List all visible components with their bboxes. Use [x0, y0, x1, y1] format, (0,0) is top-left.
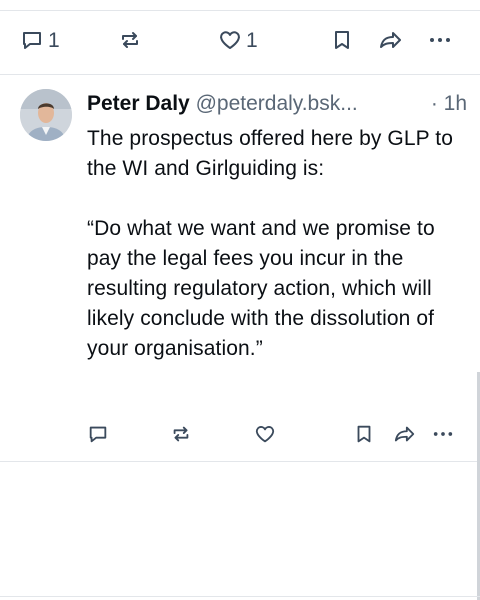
- reply-button[interactable]: [87, 423, 109, 445]
- like-button[interactable]: [254, 423, 276, 445]
- post-separator: [0, 74, 480, 75]
- person-photo-icon: [20, 89, 72, 141]
- more-icon: [432, 423, 454, 445]
- previous-post-actions: 1 1: [0, 28, 480, 56]
- reply-count: 1: [48, 28, 60, 52]
- share-icon: [393, 423, 417, 445]
- share-icon: [378, 28, 404, 52]
- like-button[interactable]: 1: [218, 28, 258, 52]
- reply-icon: [87, 423, 109, 445]
- repost-button[interactable]: [118, 28, 142, 52]
- top-divider: [0, 10, 480, 11]
- author-handle[interactable]: @peterdaly.bsk...: [196, 92, 358, 115]
- like-count: 1: [246, 28, 258, 52]
- share-button[interactable]: [378, 28, 404, 52]
- post-actions: [0, 423, 480, 447]
- repost-icon: [170, 423, 192, 445]
- share-button[interactable]: [393, 423, 417, 445]
- avatar[interactable]: [20, 89, 72, 141]
- bookmark-icon: [353, 423, 375, 445]
- more-options-button[interactable]: [428, 28, 452, 52]
- reply-button[interactable]: 1: [20, 28, 60, 52]
- repost-button[interactable]: [170, 423, 192, 445]
- more-options-button[interactable]: [432, 423, 454, 445]
- post-text: The prospectus offered here by GLP to th…: [87, 127, 453, 360]
- post-timestamp[interactable]: · 1h: [431, 88, 467, 120]
- post-header: Peter Daly @peterdaly.bsk... · 1h: [87, 88, 467, 120]
- bookmark-button[interactable]: [330, 28, 354, 52]
- post-bottom-divider: [0, 461, 480, 462]
- repost-icon: [118, 28, 142, 52]
- more-icon: [428, 28, 452, 52]
- author-name[interactable]: Peter Daly: [87, 92, 190, 115]
- reply-icon: [20, 28, 44, 52]
- like-icon: [254, 423, 276, 445]
- bookmark-icon: [330, 28, 354, 52]
- bookmark-button[interactable]: [353, 423, 375, 445]
- bottom-divider: [0, 596, 480, 597]
- like-icon: [218, 28, 242, 52]
